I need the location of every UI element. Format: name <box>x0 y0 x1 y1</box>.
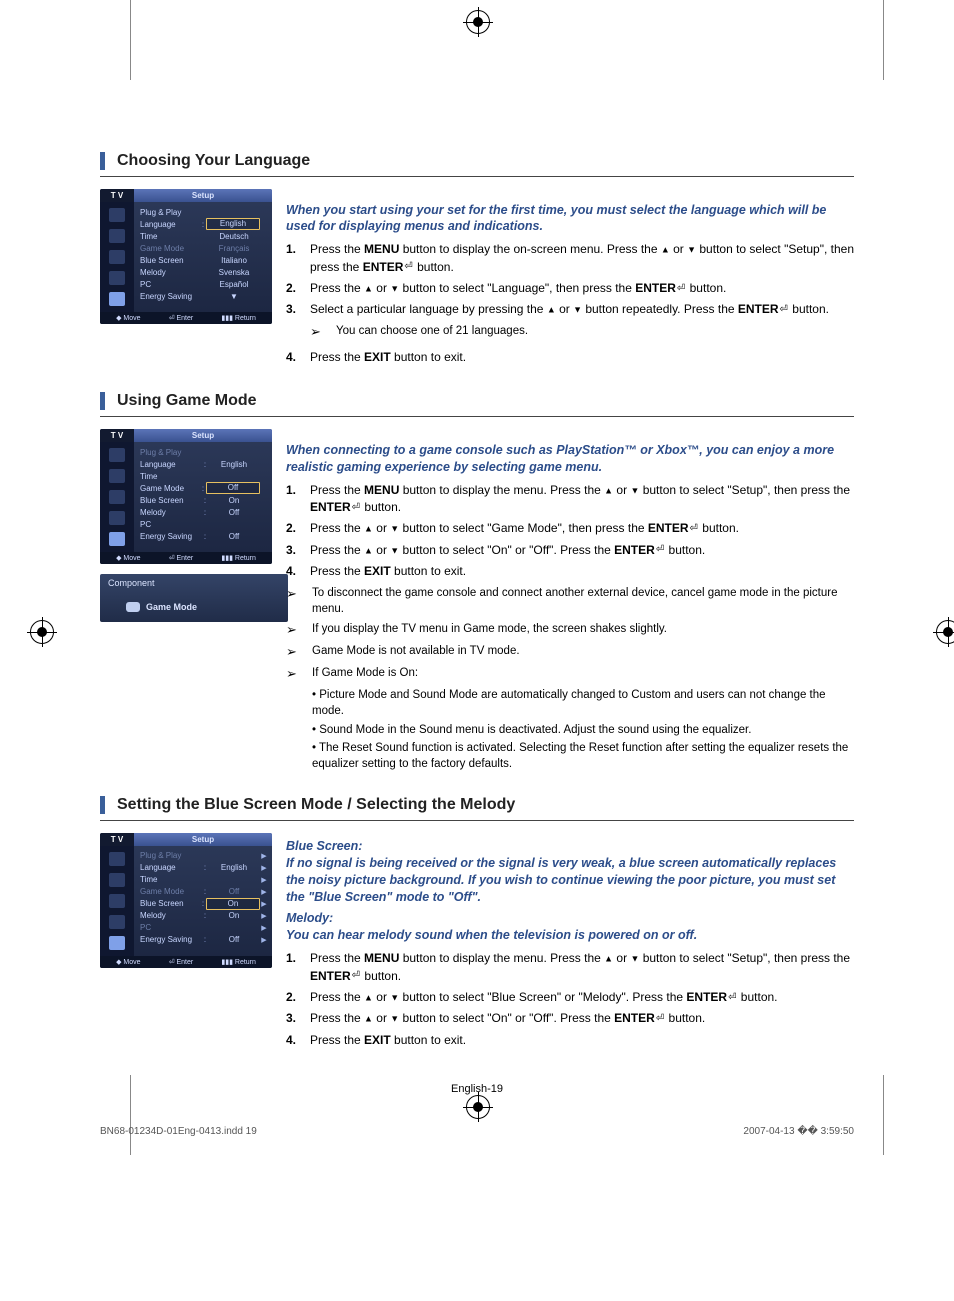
step-item: 1.Press the MENU button to display the m… <box>286 950 854 985</box>
intro-text: When you start using your set for the fi… <box>286 202 854 236</box>
osd-sub-label: Component Game Mode <box>100 574 288 622</box>
note-item: ➢Game Mode is not available in TV mode. <box>286 643 854 661</box>
steps-list: 1.Press the MENU button to display the m… <box>286 950 854 1049</box>
component-label: Component <box>108 578 280 588</box>
step-item: 2.Press the ▲ or ▼ button to select "Blu… <box>286 989 854 1006</box>
step-item: 1.Press the MENU button to display the o… <box>286 241 854 276</box>
step-item: 2.Press the ▲ or ▼ button to select "Gam… <box>286 520 854 537</box>
step-item: 4.Press the EXIT button to exit. <box>286 349 854 366</box>
step-item: 1.Press the MENU button to display the m… <box>286 482 854 517</box>
print-footer-right: 2007-04-13 �� 3:59:50 <box>743 1126 854 1137</box>
print-footer-left: BN68-01234D-01Eng-0413.indd 19 <box>100 1126 257 1137</box>
step-item: 4.Press the EXIT button to exit. <box>286 1032 854 1049</box>
osd-menu: T V Setup Plug & Play ▶ Language : Engli… <box>100 833 272 968</box>
sub-note-item: • Picture Mode and Sound Mode are automa… <box>312 687 854 719</box>
steps-list: 1.Press the MENU button to display the m… <box>286 482 854 581</box>
blue-screen-heading: Blue Screen: <box>286 839 854 853</box>
registration-mark-icon <box>466 1095 490 1119</box>
section-title: Choosing Your Language <box>100 152 854 170</box>
gamemode-label: Game Mode <box>146 602 197 612</box>
osd-menu: T V Setup Plug & Play Language : English… <box>100 189 272 324</box>
registration-mark-icon <box>466 10 490 34</box>
melody-heading: Melody: <box>286 911 854 925</box>
intro-text: You can hear melody sound when the telev… <box>286 927 854 944</box>
registration-mark-icon <box>30 620 54 644</box>
intro-text: If no signal is being received or the si… <box>286 855 854 906</box>
step-item: 2.Press the ▲ or ▼ button to select "Lan… <box>286 280 854 297</box>
note-item: ➢If you display the TV menu in Game mode… <box>286 621 854 639</box>
intro-text: When connecting to a game console such a… <box>286 442 854 476</box>
section-title: Setting the Blue Screen Mode / Selecting… <box>100 796 854 814</box>
section-title: Using Game Mode <box>100 392 854 410</box>
controller-icon <box>126 602 140 612</box>
step-item: 3.Select a particular language by pressi… <box>286 301 854 345</box>
steps-list: 1.Press the MENU button to display the o… <box>286 241 854 366</box>
note-item: ➢To disconnect the game console and conn… <box>286 585 854 617</box>
registration-mark-icon <box>936 620 954 644</box>
step-item: 3.Press the ▲ or ▼ button to select "On"… <box>286 542 854 559</box>
sub-note-item: • Sound Mode in the Sound menu is deacti… <box>312 722 854 738</box>
step-item: 3.Press the ▲ or ▼ button to select "On"… <box>286 1010 854 1027</box>
note-item: ➢If Game Mode is On: <box>286 665 854 683</box>
step-item: 4.Press the EXIT button to exit. <box>286 563 854 580</box>
osd-menu: T V Setup Plug & Play Language : English… <box>100 429 272 564</box>
sub-note-item: • The Reset Sound function is activated.… <box>312 740 854 772</box>
